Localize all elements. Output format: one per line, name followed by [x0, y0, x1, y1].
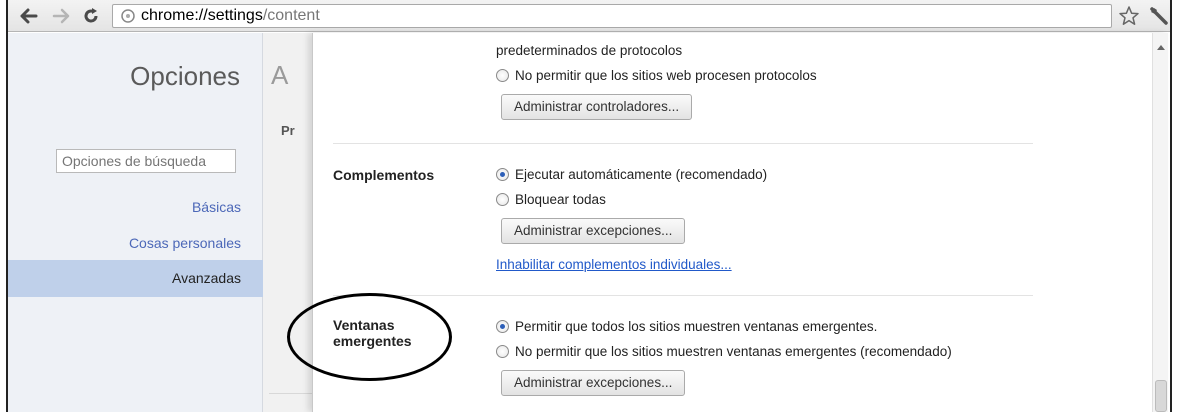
bookmark-star-icon[interactable] — [1118, 5, 1140, 27]
browser-toolbar: chrome://settings/content — [8, 0, 1170, 32]
radio-button[interactable] — [496, 345, 509, 358]
forward-arrow-icon[interactable] — [50, 5, 72, 27]
background-page-heading: A — [271, 60, 289, 90]
radio-button[interactable] — [496, 69, 509, 82]
disable-individual-plugins-link[interactable]: Inhabilitar complementos individuales... — [496, 257, 732, 272]
search-input[interactable] — [56, 149, 236, 173]
sidebar-item-personales[interactable]: Cosas personales — [8, 226, 263, 260]
url-host: chrome://settings — [141, 7, 263, 24]
protocols-deny-option[interactable]: No permitir que los sitios web procesen … — [496, 68, 817, 83]
url-text: chrome://settings/content — [141, 7, 320, 25]
plugins-block-all-option[interactable]: Bloquear todas — [496, 192, 606, 207]
divider — [333, 143, 1033, 144]
sidebar-item-avanzadas[interactable]: Avanzadas — [8, 260, 263, 297]
page-info-icon — [120, 8, 136, 24]
option-label: Ejecutar automáticamente (recomendado) — [515, 167, 768, 182]
scroll-up-arrow-icon[interactable] — [1157, 45, 1165, 50]
popups-block-option[interactable]: No permitir que los sitios muestren vent… — [496, 344, 952, 359]
settings-sidebar: Opciones Básicas Cosas personales Avanza… — [8, 33, 263, 412]
manage-handlers-button[interactable]: Administrar controladores... — [501, 94, 693, 120]
reload-icon[interactable] — [80, 5, 102, 27]
browser-window: chrome://settings/content Opciones Básic… — [6, 0, 1172, 412]
radio-button[interactable] — [496, 320, 509, 333]
manage-plugin-exceptions-button[interactable]: Administrar excepciones... — [501, 218, 686, 244]
sidebar-item-basicas[interactable]: Básicas — [8, 190, 263, 224]
vertical-scrollbar[interactable] — [1152, 33, 1168, 412]
popups-section-title-line2: emergentes — [333, 333, 412, 349]
option-label: Permitir que todos los sitios muestren v… — [515, 319, 878, 334]
background-settings-page: A Pr — [263, 33, 319, 412]
radio-button[interactable] — [496, 168, 509, 181]
background-page-subheading: Pr — [281, 123, 295, 138]
protocols-partial-text: predeterminados de protocolos — [496, 43, 683, 58]
popups-section-title-line1: Ventanas — [333, 317, 395, 333]
sidebar-title: Opciones — [130, 61, 240, 91]
plugins-run-auto-option[interactable]: Ejecutar automáticamente (recomendado) — [496, 167, 767, 182]
manage-popup-exceptions-button[interactable]: Administrar excepciones... — [501, 370, 686, 396]
wrench-icon[interactable] — [1148, 5, 1170, 27]
plugins-section-title: Complementos — [333, 167, 435, 183]
scrollbar-thumb[interactable] — [1155, 380, 1167, 412]
url-path: /content — [262, 7, 320, 24]
option-label: No permitir que los sitios web procesen … — [515, 68, 817, 83]
content-settings-panel: predeterminados de protocolos No permiti… — [312, 33, 1168, 412]
popups-allow-all-option[interactable]: Permitir que todos los sitios muestren v… — [496, 319, 877, 334]
option-label: No permitir que los sitios muestren vent… — [515, 344, 952, 359]
back-arrow-icon[interactable] — [18, 5, 40, 27]
address-bar[interactable]: chrome://settings/content — [112, 4, 1112, 28]
divider — [333, 295, 1033, 296]
radio-button[interactable] — [496, 193, 509, 206]
option-label: Bloquear todas — [515, 192, 606, 207]
